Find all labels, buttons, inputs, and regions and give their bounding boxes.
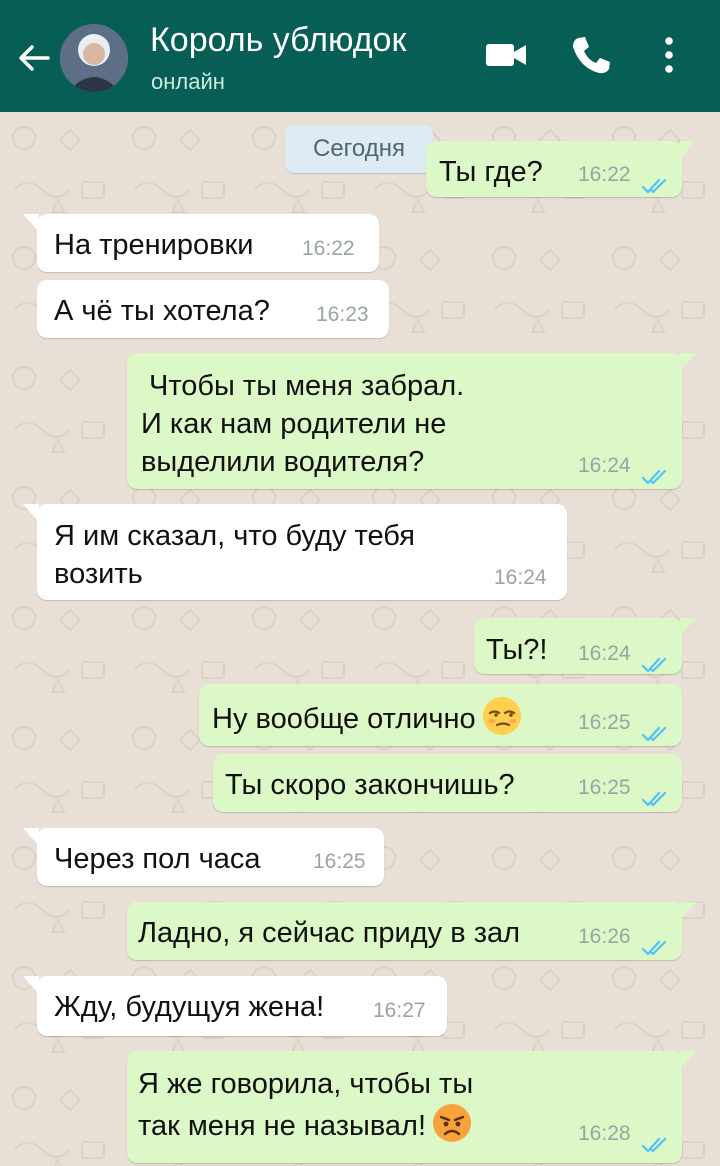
angry-face-icon: [432, 1103, 472, 1143]
message-line: Жду, будущуя жена!: [54, 991, 325, 1023]
arrow-left-icon[interactable]: [14, 38, 54, 78]
message-text: Ты где?: [439, 153, 543, 191]
message-line: Ты скоро закончишь?: [225, 769, 515, 801]
double-check-icon: [641, 1126, 668, 1153]
message-text: Ты?!: [486, 631, 547, 669]
incoming-message[interactable]: Через пол часа 16:25: [23, 828, 384, 886]
incoming-message[interactable]: На тренировки 16:22: [23, 214, 379, 272]
double-check-icon: [641, 929, 668, 956]
message-line: Чтобы ты меня забрал.: [149, 370, 465, 402]
message-time: 16:27: [373, 999, 426, 1022]
message-line: А чё ты хотела?: [54, 295, 270, 327]
message-time: 16:24: [578, 454, 631, 477]
outgoing-message[interactable]: Ты скоро закончишь? 16:25: [213, 754, 682, 812]
message-line: возить: [54, 558, 143, 590]
message-time: 16:25: [578, 711, 631, 734]
message-time: 16:25: [313, 850, 366, 873]
avatar[interactable]: [60, 24, 128, 92]
message-time: 16:28: [578, 1122, 631, 1145]
message-text: Я же говорила, чтобы ты так меня не назыв…: [138, 1065, 473, 1145]
outgoing-message[interactable]: Ну вообще отлично 16:25: [199, 684, 682, 746]
message-time: 16:26: [578, 925, 631, 948]
incoming-message[interactable]: Я им сказал, что буду тебя возить 16:24: [23, 504, 567, 600]
message-line: выделили водителя?: [141, 446, 425, 478]
unamused-face-icon: [482, 696, 522, 736]
message-line: Ладно, я сейчас приду в зал: [138, 917, 521, 949]
double-check-icon: [641, 715, 668, 742]
contact-status: онлайн: [151, 69, 225, 94]
message-time: 16:22: [302, 237, 355, 260]
message-text: Ты скоро закончишь?: [225, 766, 515, 804]
message-time: 16:24: [578, 642, 631, 665]
message-time: 16:23: [316, 303, 369, 326]
incoming-message[interactable]: Жду, будущуя жена! 16:27: [23, 976, 447, 1036]
outgoing-message[interactable]: Ты где? 16:22: [426, 141, 696, 197]
message-time: 16:24: [494, 566, 547, 589]
double-check-icon: [641, 646, 668, 673]
message-line: так меня не называл!: [138, 1103, 473, 1145]
message-text: Ну вообще отлично: [212, 696, 522, 738]
incoming-message[interactable]: А чё ты хотела? 16:23: [37, 280, 389, 338]
message-time: 16:25: [578, 776, 631, 799]
phone-icon[interactable]: [568, 32, 614, 78]
outgoing-message[interactable]: Чтобы ты меня забрал. И как нам родители …: [127, 353, 696, 489]
message-line: На тренировки: [54, 229, 254, 261]
message-text: Через пол часа: [54, 840, 260, 878]
message-text: Я им сказал, что буду тебя возить: [54, 517, 415, 593]
message-text: Жду, будущуя жена!: [54, 988, 324, 1026]
message-line: Через пол часа: [54, 843, 261, 875]
message-line: Ну вообще отлично: [212, 696, 522, 738]
date-divider: Сегодня: [285, 125, 433, 173]
double-check-icon: [641, 780, 668, 807]
message-text: А чё ты хотела?: [54, 292, 270, 330]
message-line: Я же говорила, чтобы ты: [138, 1068, 474, 1100]
outgoing-message[interactable]: Я же говорила, чтобы ты так меня не назыв…: [127, 1051, 696, 1163]
chat-header: Король ублюдок онлайн: [0, 0, 720, 112]
message-text: Ладно, я сейчас приду в зал: [138, 914, 520, 952]
more-vert-icon[interactable]: [654, 32, 684, 78]
message-text: На тренировки: [54, 226, 253, 264]
outgoing-message[interactable]: Ладно, я сейчас приду в зал 16:26: [127, 902, 696, 960]
message-time: 16:22: [578, 163, 631, 186]
avatar-photo: [60, 24, 128, 92]
message-line: И как нам родители не: [141, 408, 447, 440]
video-call-icon[interactable]: [484, 32, 530, 78]
message-text: Чтобы ты меня забрал. И как нам родители …: [141, 367, 464, 481]
contact-name[interactable]: Король ублюдок: [150, 20, 406, 60]
message-line: Я им сказал, что буду тебя: [54, 520, 415, 552]
double-check-icon: [641, 167, 668, 194]
double-check-icon: [641, 458, 668, 485]
message-line: Ты где?: [439, 156, 543, 188]
outgoing-message[interactable]: Ты?! 16:24: [474, 618, 696, 674]
message-line: Ты?!: [486, 634, 548, 666]
